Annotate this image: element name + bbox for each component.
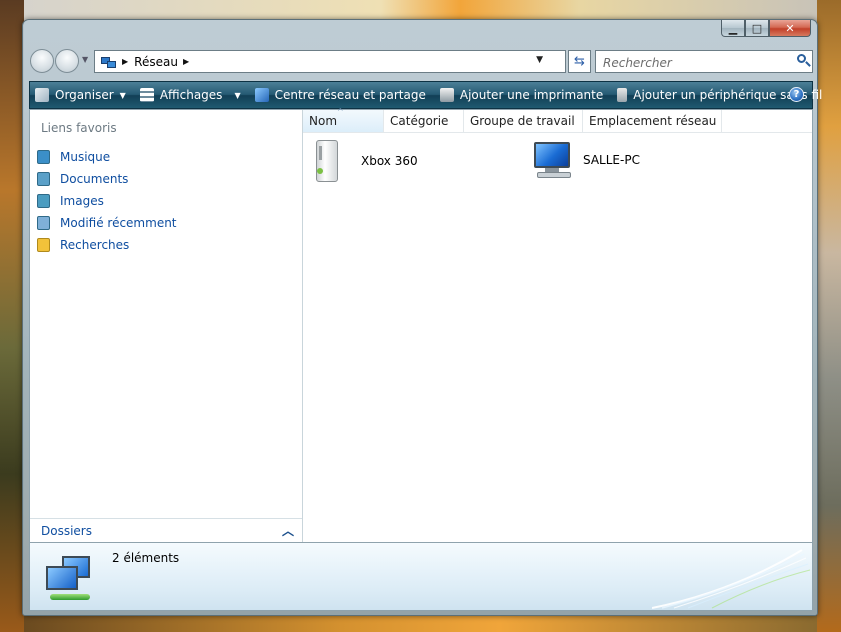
address-bar[interactable]: ▶ Réseau ▶ ▼ bbox=[94, 50, 566, 73]
favorite-link-label: Documents bbox=[60, 172, 129, 186]
decorative-swoosh bbox=[652, 549, 811, 609]
organize-button[interactable]: Organiser ▼ bbox=[30, 82, 131, 108]
network-icon bbox=[101, 55, 117, 69]
favorite-links-list: Musique Documents Images Modifié récemme… bbox=[37, 146, 177, 256]
column-header-label: Nom bbox=[309, 114, 338, 128]
column-header-name[interactable]: ^ Nom bbox=[303, 107, 384, 132]
favorite-links-title: Liens favoris bbox=[41, 121, 117, 135]
breadcrumb-separator[interactable]: ▶ bbox=[183, 57, 189, 66]
column-headers: ^ Nom Catégorie Groupe de travail Emplac… bbox=[303, 107, 812, 133]
column-header-category[interactable]: Catégorie bbox=[384, 110, 464, 132]
window-controls: ▁ □ ✕ bbox=[721, 20, 811, 38]
column-header-network-location[interactable]: Emplacement réseau bbox=[583, 110, 722, 132]
list-item-label: Xbox 360 bbox=[361, 154, 418, 168]
favorite-link-label: Modifié récemment bbox=[60, 216, 177, 230]
add-printer-button[interactable]: Ajouter une imprimante bbox=[435, 82, 608, 108]
minimize-button[interactable]: ▁ bbox=[721, 20, 745, 37]
network-center-label: Centre réseau et partage bbox=[274, 88, 426, 102]
details-pane: 2 éléments bbox=[29, 543, 813, 611]
desktop-background-top bbox=[24, 0, 817, 20]
search-box[interactable] bbox=[595, 50, 813, 73]
breadcrumb-separator[interactable]: ▶ bbox=[122, 57, 128, 66]
favorite-link-recent[interactable]: Modifié récemment bbox=[37, 212, 177, 234]
help-icon[interactable]: ? bbox=[789, 87, 804, 102]
network-center-icon bbox=[254, 88, 269, 102]
network-center-button[interactable]: Centre réseau et partage bbox=[250, 82, 431, 108]
favorite-link-documents[interactable]: Documents bbox=[37, 168, 177, 190]
printer-icon bbox=[439, 88, 454, 102]
explorer-window: ▁ □ ✕ ▼ ▶ Réseau ▶ ▼ ⇆ Organiser ▼ bbox=[22, 19, 822, 616]
xbox-360-icon bbox=[311, 138, 343, 184]
item-count: 2 éléments bbox=[112, 551, 180, 565]
documents-icon bbox=[37, 172, 50, 186]
computer-icon bbox=[529, 140, 577, 180]
column-header-label: Groupe de travail bbox=[470, 114, 575, 128]
column-header-label: Emplacement réseau bbox=[589, 114, 717, 128]
favorite-link-music[interactable]: Musique bbox=[37, 146, 177, 168]
sort-ascending-icon: ^ bbox=[337, 107, 344, 116]
desktop-background-left bbox=[0, 0, 24, 632]
navigation-row: ▼ ▶ Réseau ▶ ▼ ⇆ bbox=[30, 48, 813, 76]
back-button[interactable] bbox=[30, 49, 54, 73]
favorite-link-pictures[interactable]: Images bbox=[37, 190, 177, 212]
chevron-up-icon[interactable]: ︿ bbox=[282, 522, 294, 539]
maximize-button[interactable]: □ bbox=[745, 20, 769, 37]
folders-bar[interactable]: Dossiers ︿ bbox=[30, 518, 302, 542]
favorite-link-label: Recherches bbox=[60, 238, 130, 252]
search-input[interactable] bbox=[601, 52, 785, 73]
views-label: Affichages bbox=[159, 88, 223, 102]
refresh-icon: ⇆ bbox=[574, 54, 585, 69]
views-button[interactable]: Affichages ▼ bbox=[135, 82, 246, 108]
folders-label: Dossiers bbox=[41, 524, 92, 538]
favorite-link-label: Musique bbox=[60, 150, 111, 164]
views-icon bbox=[139, 88, 154, 102]
favorite-link-searches[interactable]: Recherches bbox=[37, 234, 177, 256]
network-computers-icon bbox=[44, 556, 100, 606]
forward-button[interactable] bbox=[55, 49, 79, 73]
chevron-down-icon: ▼ bbox=[234, 90, 241, 100]
address-dropdown-icon[interactable]: ▼ bbox=[536, 55, 543, 65]
navigation-pane: Liens favoris Musique Documents Images M… bbox=[30, 110, 303, 542]
breadcrumb-reseau[interactable]: Réseau bbox=[134, 55, 178, 69]
pictures-icon bbox=[37, 194, 50, 208]
column-header-label: Catégorie bbox=[390, 114, 449, 128]
favorite-link-label: Images bbox=[60, 194, 104, 208]
organize-icon bbox=[35, 88, 49, 102]
searches-folder-icon bbox=[37, 238, 50, 252]
desktop-background-bottom bbox=[24, 616, 817, 632]
add-printer-label: Ajouter une imprimante bbox=[459, 88, 604, 102]
refresh-button[interactable]: ⇆ bbox=[568, 50, 591, 73]
music-icon bbox=[37, 150, 50, 164]
command-bar: Organiser ▼ Affichages ▼ Centre réseau e… bbox=[29, 81, 822, 109]
chevron-down-icon: ▼ bbox=[119, 90, 126, 100]
search-icon[interactable] bbox=[797, 54, 806, 63]
wireless-device-icon bbox=[617, 88, 628, 102]
list-item-label: SALLE-PC bbox=[583, 153, 640, 167]
column-header-workgroup[interactable]: Groupe de travail bbox=[464, 110, 583, 132]
recent-pages-dropdown[interactable]: ▼ bbox=[82, 55, 88, 64]
list-item-salle-pc[interactable]: SALLE-PC bbox=[529, 140, 640, 180]
file-list: ^ Nom Catégorie Groupe de travail Emplac… bbox=[303, 107, 812, 542]
recent-icon bbox=[37, 216, 50, 230]
organize-label: Organiser bbox=[55, 88, 114, 102]
content-area: Liens favoris Musique Documents Images M… bbox=[29, 107, 813, 543]
list-item-xbox-360[interactable]: Xbox 360 bbox=[311, 138, 418, 184]
close-button[interactable]: ✕ bbox=[769, 20, 811, 37]
